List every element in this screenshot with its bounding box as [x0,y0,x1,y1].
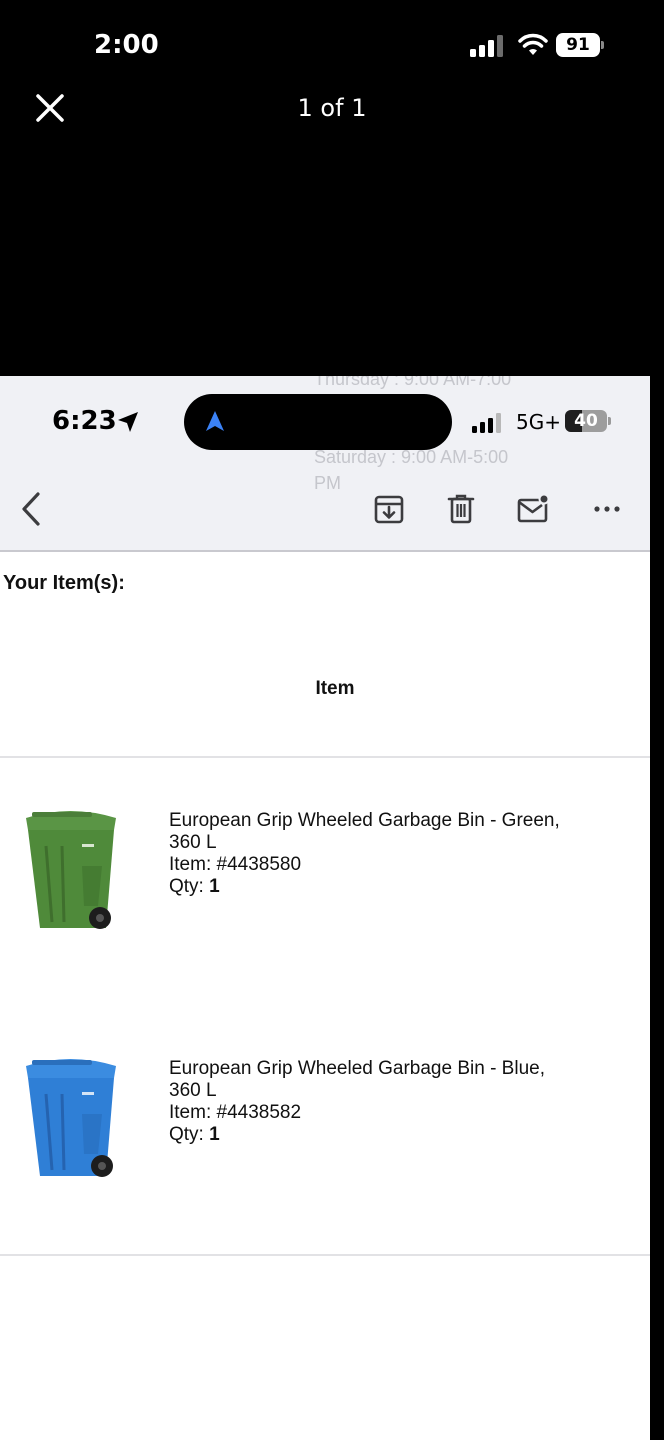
column-header-item: Item [315,678,355,699]
order-item-details: European Grip Wheeled Garbage Bin - Blue… [169,1058,609,1146]
battery-level: 91 [556,33,600,57]
qty-value: 1 [209,876,220,897]
outer-status-bar: 2:00 91 [0,0,664,90]
trash-icon[interactable] [444,492,478,526]
blue-garbage-bin-image [26,1059,116,1177]
cellular-signal-icon [470,35,503,57]
qty-label: Qty: [169,1124,210,1145]
page-counter: 1 of 1 [297,94,367,122]
viewer-edge [650,376,664,1440]
ghost-text: PM [314,473,341,493]
ghost-text: Thursday : 9:00 AM-7:00 [314,376,512,389]
email-screenshot: Thursday : 9:00 AM-7:00 Saturday : 9:00 … [0,376,650,1440]
item-qty: Qty: 1 [169,876,609,898]
items-heading: Your Item(s): [3,572,125,594]
item-title-cont: 360 L [169,1080,217,1101]
battery-icon: 91 [556,33,604,57]
divider [0,756,650,758]
battery-icon: 40 [565,410,613,432]
outer-status-time: 2:00 [94,30,159,60]
archive-icon[interactable] [372,492,406,526]
order-item-details: European Grip Wheeled Garbage Bin - Gree… [169,810,609,898]
cellular-signal-icon [472,413,501,433]
status-time: 6:23 [52,406,117,436]
item-number: Item: #4438580 [169,854,302,875]
item-title: European Grip Wheeled Garbage Bin - Blue… [169,1058,545,1079]
order-item-row: European Grip Wheeled Garbage Bin - Blue… [0,1034,650,1274]
mark-unread-icon[interactable] [516,492,550,526]
order-item-row: European Grip Wheeled Garbage Bin - Gree… [0,786,650,1026]
wifi-icon [518,33,548,55]
network-type: 5G+ [516,410,561,434]
email-header: Thursday : 9:00 AM-7:00 Saturday : 9:00 … [0,376,650,552]
location-arrow-icon [118,412,138,432]
divider [0,1254,650,1256]
more-options-icon[interactable] [590,492,624,526]
qty-label: Qty: [169,876,210,897]
item-title: European Grip Wheeled Garbage Bin - Gree… [169,810,560,831]
green-garbage-bin-image [26,811,116,929]
dynamic-island [184,394,452,450]
item-number: Item: #4438582 [169,1102,302,1123]
back-icon[interactable] [14,490,46,528]
qty-value: 1 [209,1124,220,1145]
item-title-cont: 360 L [169,832,217,853]
item-qty: Qty: 1 [169,1124,609,1146]
battery-level: 40 [574,411,598,431]
navigation-icon [206,411,224,431]
